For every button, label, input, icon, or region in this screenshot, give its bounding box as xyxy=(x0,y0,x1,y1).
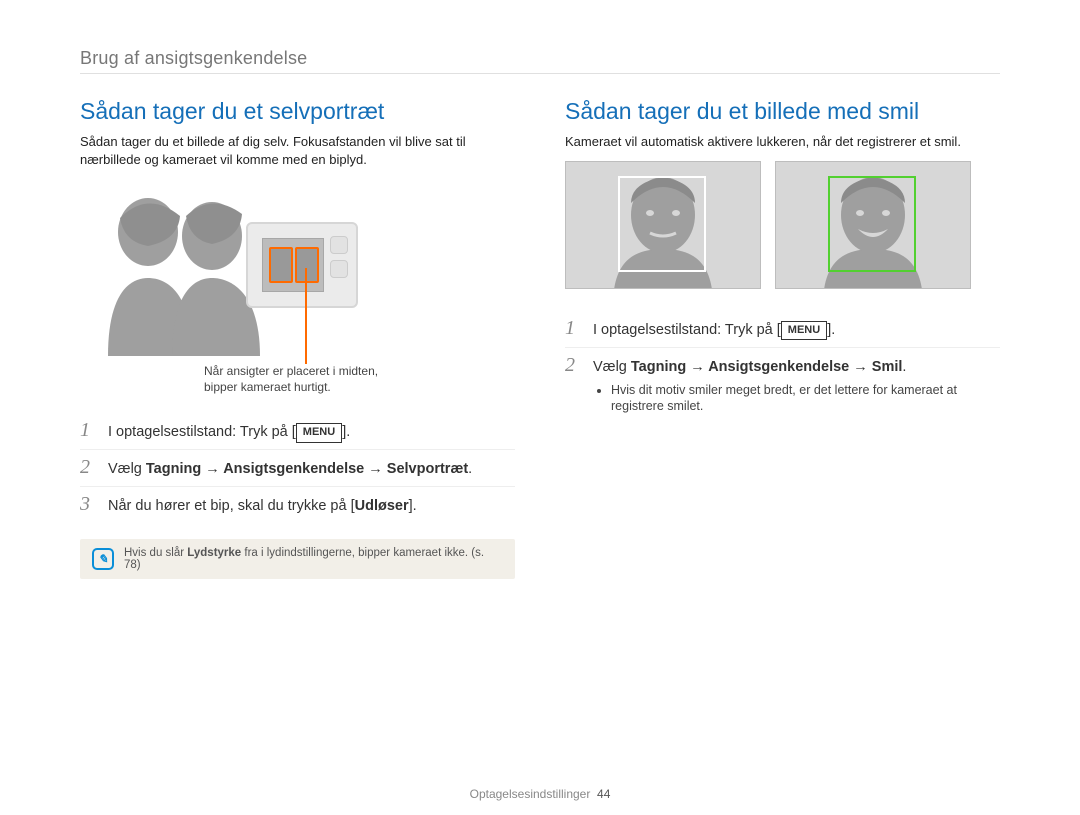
step-number: 2 xyxy=(80,456,96,479)
smile-frame-neutral xyxy=(565,161,761,289)
step-number: 3 xyxy=(80,493,96,516)
note-icon: ✎ xyxy=(92,548,114,570)
menu-button-label: MENU xyxy=(296,423,342,443)
step-item: 1 I optagelsestilstand: Tryk på [MENU]. xyxy=(80,413,515,449)
camera-button-icon xyxy=(330,236,348,254)
section-title-smile: Sådan tager du et billede med smil xyxy=(565,98,1000,125)
menu-button-label: MENU xyxy=(781,321,827,341)
breadcrumb: Brug af ansigtsgenkendelse xyxy=(80,48,1000,74)
step-item: 2 Vælg Tagning → Ansigtsgenkendelse → Sm… xyxy=(565,347,1000,422)
step-number: 1 xyxy=(565,317,581,340)
callout-line xyxy=(305,268,307,364)
illustration-selfportrait xyxy=(80,178,410,358)
steps-smile: 1 I optagelsestilstand: Tryk på [MENU]. … xyxy=(565,311,1000,422)
step-item: 2 Vælg Tagning → Ansigtsgenkendelse → Se… xyxy=(80,449,515,486)
intro-selfportrait: Sådan tager du et billede af dig selv. F… xyxy=(80,133,515,168)
note-box: ✎ Hvis du slår Lydstyrke fra i lydindsti… xyxy=(80,539,515,579)
note-text: Hvis du slår Lydstyrke fra i lydindstill… xyxy=(124,547,503,571)
smile-frame-detected xyxy=(775,161,971,289)
steps-selfportrait: 1 I optagelsestilstand: Tryk på [MENU]. … xyxy=(80,413,515,523)
detection-frame-white xyxy=(618,176,706,272)
smile-illustrations xyxy=(565,161,1000,289)
focus-frame-icon xyxy=(269,247,293,283)
intro-smile: Kameraet vil automatisk aktivere lukkere… xyxy=(565,133,1000,151)
camera-button-icon xyxy=(330,260,348,278)
column-smile: Sådan tager du et billede med smil Kamer… xyxy=(565,98,1000,579)
illustration-caption: Når ansigter er placeret i midten, bippe… xyxy=(204,364,515,395)
page-footer: Optagelsesindstillinger 44 xyxy=(0,787,1080,801)
column-selfportrait: Sådan tager du et selvportræt Sådan tage… xyxy=(80,98,515,579)
step-bullet: Hvis dit motiv smiler meget bredt, er de… xyxy=(611,382,1000,416)
detection-frame-green xyxy=(828,176,916,272)
step-number: 2 xyxy=(565,354,581,377)
focus-frame-icon xyxy=(295,247,319,283)
step-item: 1 I optagelsestilstand: Tryk på [MENU]. xyxy=(565,311,1000,347)
camera-body xyxy=(246,222,358,308)
section-title-selfportrait: Sådan tager du et selvportræt xyxy=(80,98,515,125)
step-number: 1 xyxy=(80,419,96,442)
camera-viewfinder xyxy=(262,238,324,292)
step-item: 3 Når du hører et bip, skal du trykke på… xyxy=(80,486,515,523)
